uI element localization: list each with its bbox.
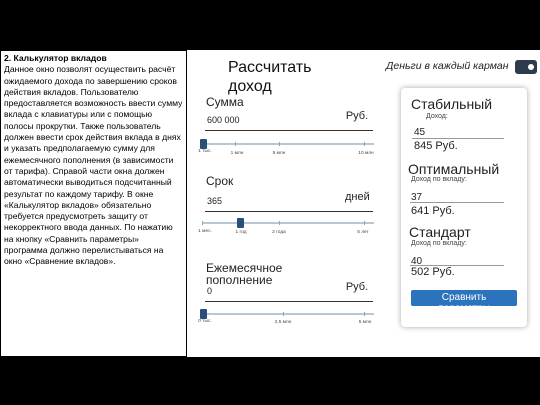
tariff-standard-title: Стандарт [409, 224, 471, 240]
sum-value: 600 000 [207, 115, 240, 125]
sum-tick-label: 5 млн [272, 151, 286, 156]
tariff-stable-amount: 45 [414, 127, 426, 138]
monthly-input[interactable]: 0 Руб. [205, 281, 373, 302]
sum-slider[interactable] [200, 139, 374, 149]
sum-slider-handle[interactable] [200, 139, 207, 149]
tariff-optimal-caption: Доход по вкладу: [411, 176, 467, 183]
bottom-band [0, 357, 540, 405]
sum-tick-label: 1 тыс. [198, 149, 212, 154]
monthly-slider[interactable] [200, 309, 374, 319]
term-label: Срок [206, 174, 234, 188]
monthly-tick-label: 0 тыс. [198, 319, 212, 324]
compare-button-label: Сравнить параметры [438, 292, 490, 306]
page-title: Рассчитать доход [228, 59, 312, 95]
tariff-stable-caption: Доход: [426, 113, 448, 120]
description-text: Данное окно позволят осуществить расчёт … [4, 64, 183, 267]
top-band [0, 0, 540, 50]
sum-tick-label: 10 млн [358, 151, 374, 156]
term-tick-label: 5 лет [357, 230, 369, 235]
tariff-standard-sum: 502 Руб. [411, 266, 455, 278]
slogan: Деньги в каждый карман [386, 60, 509, 72]
sum-tick-label: 1 млн [230, 151, 244, 156]
slide: 2. Калькулятор вкладов Данное окно позво… [0, 0, 540, 405]
tariff-stable-sum: 845 Руб. [414, 140, 458, 152]
description-box: 2. Калькулятор вкладов Данное окно позво… [0, 50, 187, 357]
wallet-icon [515, 60, 537, 74]
compare-button[interactable]: Сравнить параметры [411, 290, 517, 306]
term-input[interactable]: 365 дней [205, 191, 373, 212]
description-title: 2. Калькулятор вкладов [4, 53, 107, 63]
sum-unit: Руб. [345, 110, 369, 122]
monthly-unit: Руб. [345, 281, 369, 293]
monthly-slider-handle[interactable] [200, 309, 207, 319]
term-value: 365 [207, 196, 223, 206]
monthly-value: 0 [207, 286, 213, 296]
tariff-optimal-title: Оптимальный [408, 161, 500, 177]
term-tick-label: 2 года [272, 230, 286, 235]
sum-label: Сумма [206, 95, 244, 109]
sum-input[interactable]: 600 000 Руб. [205, 110, 373, 131]
tariff-stable-title: Стабильный [411, 96, 493, 112]
term-tick-label: 1 год [235, 230, 247, 235]
monthly-tick-label: 5 млн [358, 320, 372, 325]
term-slider-handle[interactable] [237, 218, 244, 228]
tariff-optimal-sum: 641 Руб. [411, 205, 455, 217]
term-unit: дней [345, 191, 370, 203]
term-tick-label: 1 мес. [198, 229, 212, 234]
monthly-tick-label: 2,5 млн [274, 320, 292, 325]
tariff-standard-caption: Доход по вкладу: [411, 240, 467, 247]
term-slider[interactable] [202, 218, 374, 228]
